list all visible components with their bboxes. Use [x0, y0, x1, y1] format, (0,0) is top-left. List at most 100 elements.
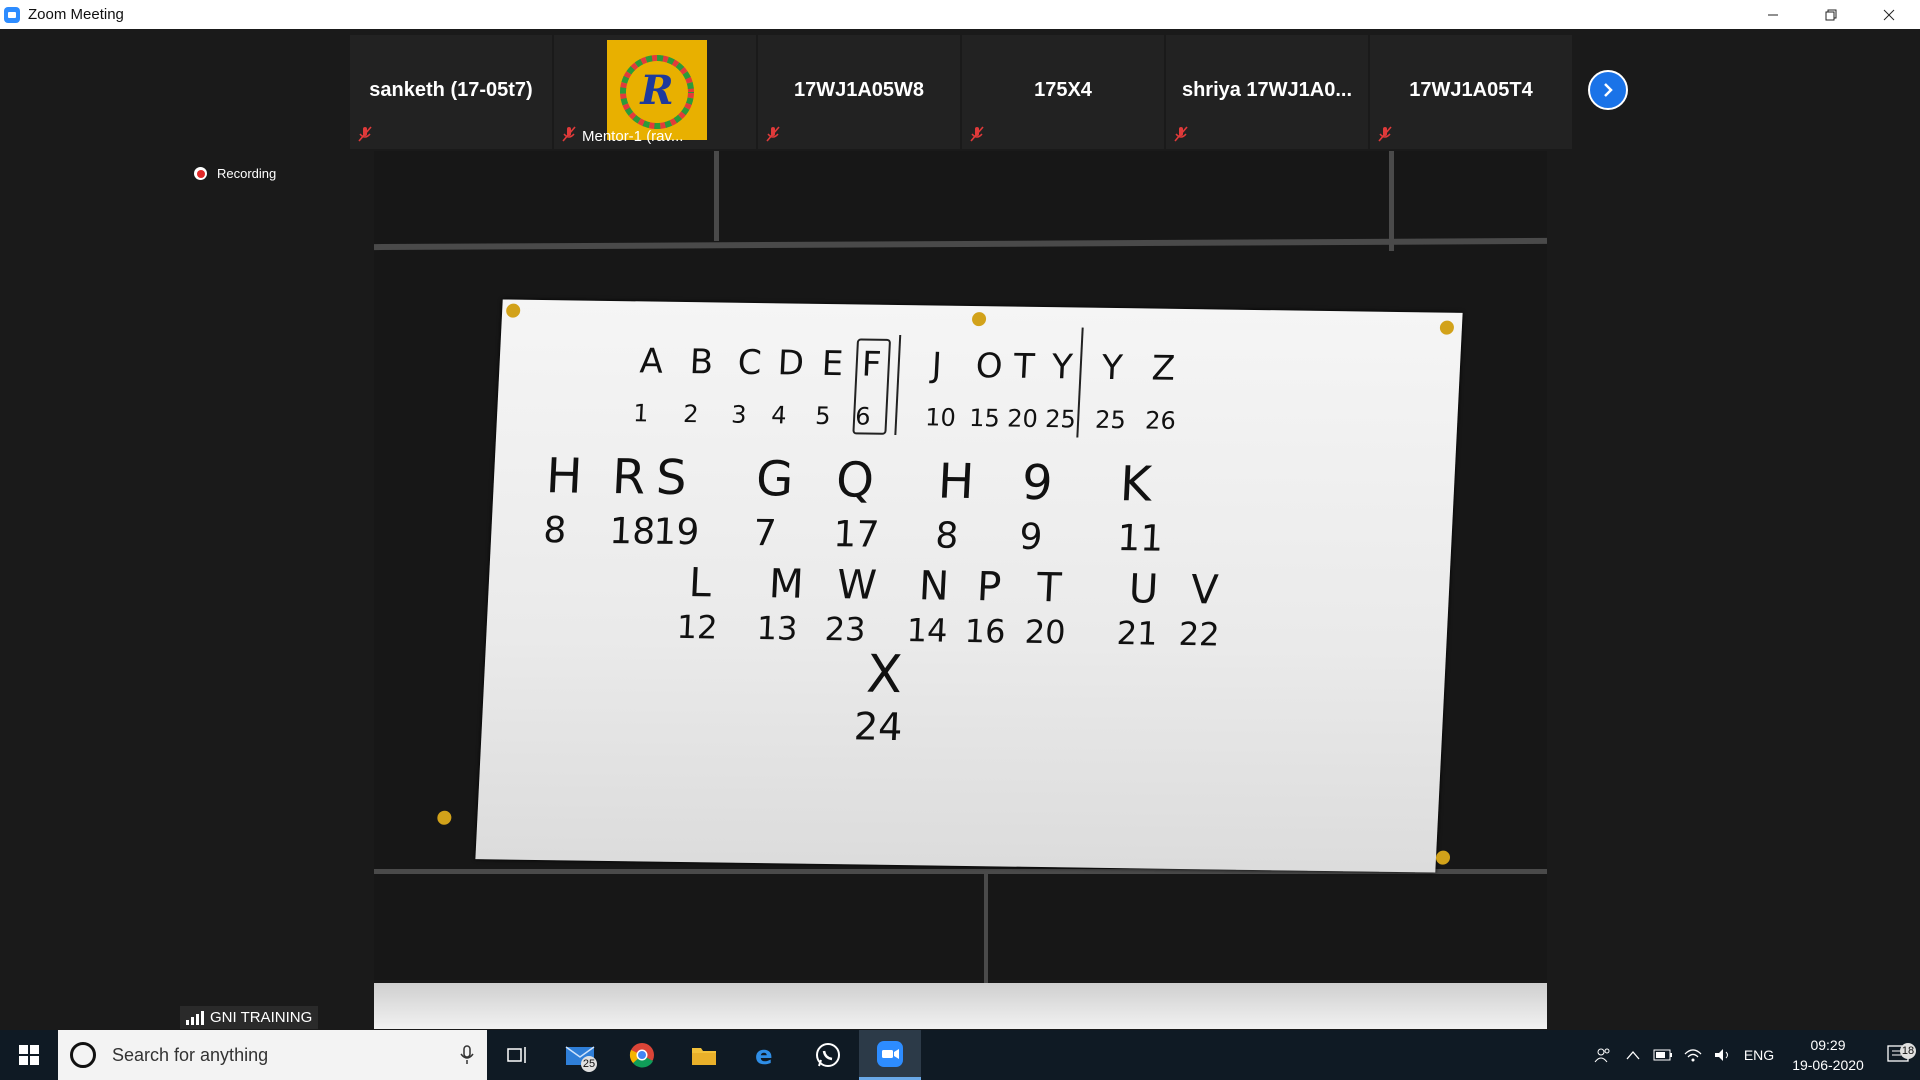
board-number: 8: [934, 515, 960, 557]
microphone-icon[interactable]: [447, 1045, 487, 1065]
action-center-button[interactable]: 18: [1876, 1043, 1920, 1065]
next-participants-button[interactable]: [1588, 70, 1628, 110]
board-number: 17: [832, 514, 881, 556]
clock[interactable]: 09:29 19-06-2020: [1788, 1035, 1868, 1075]
file-explorer-app[interactable]: [673, 1030, 735, 1080]
participant-tile[interactable]: shriya 17WJ1A0...: [1166, 35, 1368, 149]
edge-app[interactable]: e: [735, 1030, 797, 1080]
board-letter: X: [865, 644, 904, 706]
board-number: 4: [770, 401, 788, 430]
volume-icon[interactable]: [1708, 1048, 1738, 1062]
chrome-app[interactable]: [611, 1030, 673, 1080]
whatsapp-app[interactable]: [797, 1030, 859, 1080]
language-indicator[interactable]: ENG: [1738, 1047, 1780, 1063]
board-letter: Y: [1050, 347, 1074, 388]
board-number: 25: [1044, 405, 1077, 434]
battery-icon[interactable]: [1648, 1049, 1678, 1061]
muted-mic-icon: [562, 126, 576, 142]
board-number: 25: [1094, 405, 1127, 435]
zoom-app-icon: [4, 6, 20, 23]
board-writing: A B C D E F J O T Y Y Z 1 2 3 4 5 6 10 15 20 25 25 26 H R S G Q H 9 K 8 1…: [503, 299, 1463, 749]
search-input[interactable]: Search for anything: [112, 1045, 447, 1066]
board-letter: L: [687, 560, 713, 607]
wall-tile-line: [714, 151, 719, 241]
board-letter: Z: [1150, 348, 1177, 389]
participant-name: 175X4: [1034, 79, 1092, 101]
board-number: 2: [682, 400, 700, 429]
board-number: 16: [963, 611, 1007, 651]
people-icon[interactable]: [1588, 1047, 1618, 1063]
board-number: 9: [1018, 516, 1044, 559]
board-letter: K: [1118, 456, 1153, 513]
board-number: 11: [1116, 518, 1165, 560]
restore-button[interactable]: [1802, 0, 1860, 29]
start-button[interactable]: [0, 1030, 58, 1080]
board-letter: B: [688, 342, 715, 383]
task-view-button[interactable]: [487, 1030, 549, 1080]
notification-badge: 18: [1900, 1043, 1916, 1059]
board-number: 21: [1115, 614, 1159, 653]
board-letter: J: [930, 345, 943, 386]
shared-video[interactable]: A B C D E F J O T Y Y Z 1 2 3 4 5 6 10 15 20 25 25 26 H R S G Q H 9 K 8 1…: [374, 151, 1547, 1029]
participant-tile[interactable]: R Mentor-1 (rav...: [554, 35, 756, 149]
signal-bars-icon: [186, 1010, 204, 1025]
wall-tile-line: [1389, 151, 1394, 251]
minimize-button[interactable]: [1744, 0, 1802, 29]
zoom-app[interactable]: [859, 1030, 921, 1080]
participant-name: sanketh (17-05t7): [369, 79, 533, 101]
board-number: 20: [1006, 404, 1039, 433]
board-letter: C: [736, 342, 763, 384]
clock-time: 09:29: [1810, 1037, 1846, 1053]
board-letter: H: [544, 448, 584, 505]
board-number: 3: [730, 400, 748, 429]
network-label: GNI TRAINING: [210, 1009, 313, 1026]
participant-name: Mentor-1 (rav...: [582, 128, 684, 145]
title-bar: Zoom Meeting: [0, 0, 1920, 30]
windows-icon: [19, 1045, 39, 1065]
board-letter: M: [767, 561, 805, 608]
pin: [505, 303, 521, 318]
board-number: 19: [652, 511, 701, 554]
muted-mic-icon: [1378, 126, 1392, 142]
recording-label: Recording: [217, 166, 277, 181]
participant-tile[interactable]: sanketh (17-05t7): [350, 35, 552, 149]
board-letter: O: [974, 346, 1004, 387]
board-number: 14: [905, 611, 949, 650]
svg-text:e: e: [755, 1042, 773, 1068]
profile-picture: R: [607, 40, 707, 140]
muted-mic-icon: [970, 126, 984, 142]
wall-tile-line: [984, 869, 988, 989]
edge-icon: e: [755, 1042, 773, 1068]
board-number: 8: [542, 510, 568, 552]
board-number: 13: [755, 609, 799, 648]
recording-indicator[interactable]: Recording: [194, 166, 276, 181]
zoom-icon: [877, 1040, 903, 1067]
network-indicator[interactable]: GNI TRAINING: [180, 1006, 319, 1029]
close-button[interactable]: [1860, 0, 1918, 29]
board-number: 10: [924, 403, 957, 432]
cortana-icon: [70, 1042, 96, 1068]
meeting-area: sanketh (17-05t7) R Mentor-1 (rav... 17W…: [0, 29, 1920, 1030]
folder-icon: [692, 1048, 716, 1065]
board-number: 26: [1144, 406, 1177, 435]
pin: [971, 312, 987, 327]
board-letter: 9: [1020, 454, 1054, 512]
taskbar-search[interactable]: Search for anything: [58, 1030, 487, 1080]
pin: [1439, 320, 1455, 335]
table-edge: [374, 983, 1547, 1029]
board-number: 23: [823, 610, 867, 649]
profile-letter: R: [640, 66, 674, 114]
muted-mic-icon: [766, 126, 780, 142]
whatsapp-icon: [816, 1043, 840, 1067]
participant-tile[interactable]: 17WJ1A05T4: [1370, 35, 1572, 149]
board-letter: N: [917, 563, 950, 610]
participant-tile[interactable]: 175X4: [962, 35, 1164, 149]
mail-app[interactable]: 25: [549, 1030, 611, 1080]
participant-strip: sanketh (17-05t7) R Mentor-1 (rav... 17W…: [350, 35, 1573, 149]
board-divider: [894, 335, 902, 435]
chevron-right-icon: [1604, 83, 1613, 97]
chevron-up-icon[interactable]: [1618, 1050, 1648, 1060]
board-letter: S: [654, 449, 688, 507]
participant-tile[interactable]: 17WJ1A05W8: [758, 35, 960, 149]
wifi-icon[interactable]: [1678, 1048, 1708, 1062]
